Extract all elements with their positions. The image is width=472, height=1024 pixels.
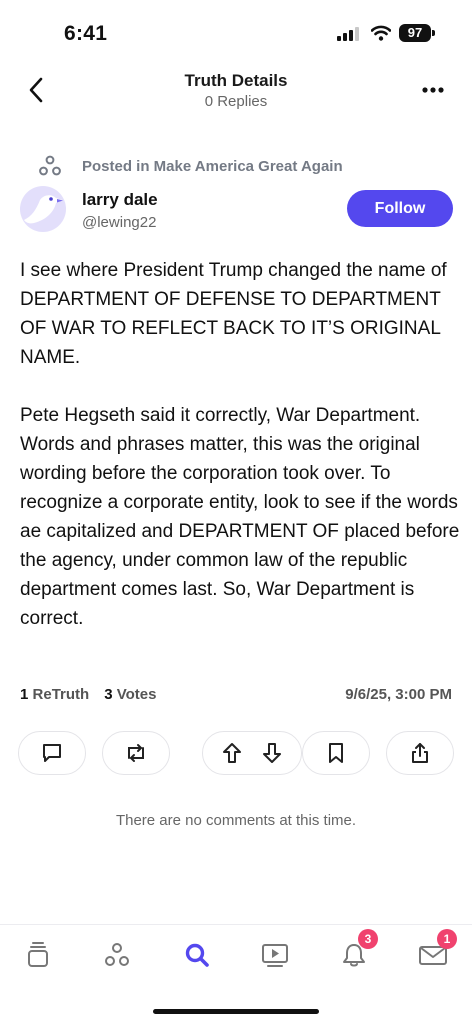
status-bar: 6:41 97: [0, 0, 472, 62]
nav-header: Truth Details 0 Replies: [0, 62, 472, 118]
upvote-icon: [223, 743, 241, 763]
battery-icon: 97: [399, 24, 431, 42]
retruth-number: 1: [20, 686, 29, 703]
vote-group: [202, 731, 302, 775]
messages-badge: 1: [437, 929, 457, 949]
author-row: larry dale @lewing22 Follow: [20, 184, 454, 236]
bookmark-icon: [329, 743, 343, 763]
votes-number: 3: [104, 686, 113, 703]
post-paragraph: Pete Hegseth said it correctly, War Depa…: [20, 405, 460, 629]
reply-button[interactable]: [18, 731, 86, 775]
tab-notifications[interactable]: 3: [334, 929, 378, 975]
votes-count[interactable]: 3 Votes: [104, 686, 156, 703]
notifications-badge: 3: [358, 929, 378, 949]
downvote-button[interactable]: [257, 738, 287, 768]
tab-feed[interactable]: [18, 935, 58, 975]
upvote-button[interactable]: [217, 738, 247, 768]
page-title: Truth Details: [184, 71, 288, 90]
eagle-avatar-icon: [24, 195, 63, 224]
group-link[interactable]: Posted in Make America Great Again: [38, 154, 343, 178]
post-stats: 1 ReTruth 3 Votes 9/6/25, 3:00 PM: [20, 686, 454, 708]
video-icon: [262, 944, 288, 967]
action-bar: [18, 731, 454, 775]
tab-bar: 3 1: [0, 925, 472, 995]
share-button[interactable]: [386, 731, 454, 775]
feed-icon: [28, 942, 48, 967]
retruth-icon: [128, 744, 144, 762]
battery-tip: [432, 30, 435, 36]
bookmark-button[interactable]: [302, 731, 370, 775]
retruth-button[interactable]: [102, 731, 170, 775]
comment-icon: [43, 744, 61, 762]
groups-icon: [105, 943, 129, 966]
tab-groups[interactable]: [97, 935, 137, 975]
tab-messages[interactable]: 1: [413, 929, 457, 975]
status-time: 6:41: [64, 22, 108, 45]
post-timestamp: 9/6/25, 3:00 PM: [345, 686, 452, 703]
retruth-label: ReTruth: [32, 686, 90, 703]
post-body: I see where President Trump changed the …: [20, 256, 460, 633]
wifi-icon: [371, 25, 391, 41]
follow-button[interactable]: Follow: [347, 190, 453, 227]
avatar[interactable]: [20, 186, 66, 232]
group-label: Posted in Make America Great Again: [82, 157, 343, 175]
votes-label: Votes: [116, 686, 157, 703]
home-indicator: [153, 1009, 319, 1014]
author-name[interactable]: larry dale: [82, 190, 158, 210]
retruth-count[interactable]: 1 ReTruth: [20, 686, 89, 703]
search-icon: [185, 943, 209, 967]
replies-count: 0 Replies: [204, 93, 268, 110]
author-handle[interactable]: @lewing22: [82, 214, 156, 231]
more-options-button[interactable]: [414, 76, 452, 104]
groups-icon: [39, 155, 61, 176]
share-icon: [412, 743, 428, 763]
post-paragraph: I see where President Trump changed the …: [20, 260, 447, 368]
ellipsis-icon: [422, 87, 444, 93]
tab-search[interactable]: [177, 935, 217, 975]
downvote-icon: [263, 743, 281, 763]
tab-video[interactable]: [255, 935, 295, 975]
empty-comments-message: There are no comments at this time.: [115, 812, 357, 829]
signal-icon: [337, 27, 359, 41]
